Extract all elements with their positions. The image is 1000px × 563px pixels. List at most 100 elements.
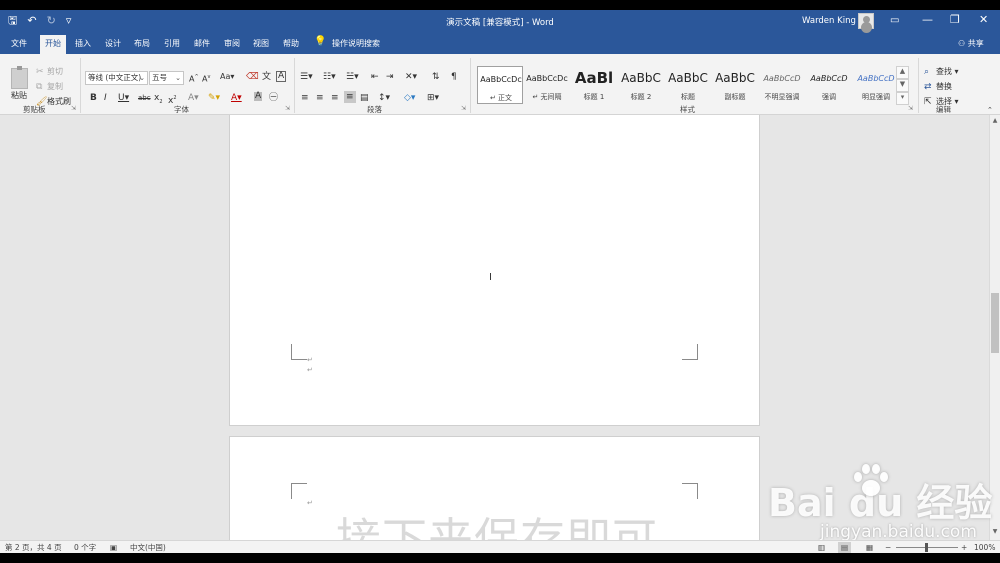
increase-indent-icon[interactable]: ⇥ bbox=[386, 71, 394, 83]
tab-layout[interactable]: 布局 bbox=[134, 38, 150, 49]
user-name[interactable]: Warden King bbox=[802, 16, 856, 26]
tell-me-search[interactable]: 操作说明搜索 bbox=[332, 38, 380, 49]
font-launcher-icon[interactable]: ⇲ bbox=[285, 105, 290, 112]
paragraph-mark: ↵ bbox=[307, 356, 313, 364]
style-subtle-emphasis[interactable]: AaBbCcD 不明显强调 bbox=[759, 66, 805, 104]
style-heading-1[interactable]: AaBl 标题 1 bbox=[571, 66, 617, 104]
style-subtitle[interactable]: AaBbC 副标题 bbox=[712, 66, 758, 104]
character-shading-icon[interactable]: A bbox=[254, 92, 263, 101]
margin-corner-mark bbox=[682, 483, 698, 499]
replace-icon[interactable]: ⇄ bbox=[924, 81, 932, 93]
underline-icon[interactable]: U▾ bbox=[118, 92, 129, 104]
enclose-characters-icon[interactable]: ㊀ bbox=[269, 92, 278, 104]
style-heading-2[interactable]: AaBbC 标题 2 bbox=[618, 66, 664, 104]
zoom-level[interactable]: 100% bbox=[974, 542, 995, 553]
gallery-down-icon[interactable]: ▼ bbox=[896, 79, 909, 92]
bold-icon[interactable]: B bbox=[90, 92, 97, 104]
gallery-up-icon[interactable]: ▲ bbox=[896, 66, 909, 79]
borders-icon[interactable]: ⊞▾ bbox=[427, 92, 439, 104]
font-color-icon[interactable]: A▾ bbox=[231, 92, 242, 104]
style-preview: AaBbC bbox=[668, 71, 708, 85]
style-intense-emphasis[interactable]: AaBbCcD 明显强调 bbox=[853, 66, 899, 104]
page-count[interactable]: 第 2 页，共 4 页 bbox=[5, 542, 62, 553]
tab-home[interactable]: 开始 bbox=[40, 35, 66, 54]
print-layout-icon[interactable]: ▤ bbox=[838, 542, 852, 553]
distributed-icon[interactable]: ▤ bbox=[360, 92, 369, 104]
ribbon-display-options-icon[interactable]: ▭ bbox=[890, 15, 899, 26]
search-icon[interactable]: ⌕ bbox=[924, 66, 929, 78]
justify-icon[interactable]: ≡ bbox=[344, 91, 356, 103]
show-marks-icon[interactable]: ¶ bbox=[451, 71, 457, 83]
font-size-combo[interactable]: 五号 ⌄ bbox=[149, 71, 184, 85]
replace-button[interactable]: 替换 bbox=[936, 81, 952, 93]
cut-button[interactable]: 剪切 bbox=[47, 66, 63, 78]
style-title[interactable]: AaBbC 标题 bbox=[665, 66, 711, 104]
language[interactable]: 中文(中国) bbox=[130, 542, 166, 553]
copy-icon[interactable]: ⧉ bbox=[36, 81, 42, 93]
style-emphasis[interactable]: AaBbCcD 强调 bbox=[806, 66, 852, 104]
select-icon[interactable]: ⇱ bbox=[924, 96, 932, 108]
close-button[interactable]: ✕ bbox=[979, 13, 988, 26]
styles-launcher-icon[interactable]: ⇲ bbox=[908, 105, 913, 112]
proofing-icon[interactable]: ▣ bbox=[110, 542, 117, 553]
restore-button[interactable]: ❐ bbox=[950, 13, 960, 26]
pinyin-guide-icon[interactable]: 文 bbox=[262, 71, 271, 83]
zoom-out-icon[interactable]: − bbox=[885, 542, 891, 553]
clear-format-icon[interactable]: ⌫ bbox=[246, 71, 259, 83]
font-name-combo[interactable]: 等线 (中文正文) ⌄ bbox=[85, 71, 148, 85]
grow-font-icon[interactable]: A^ bbox=[189, 71, 199, 86]
avatar[interactable] bbox=[858, 13, 874, 29]
read-mode-icon[interactable]: ▥ bbox=[818, 542, 825, 553]
style-normal[interactable]: AaBbCcDc ↵ 正文 bbox=[477, 66, 523, 104]
tab-mailings[interactable]: 邮件 bbox=[194, 38, 210, 49]
bullets-icon[interactable]: ☰▾ bbox=[300, 71, 313, 83]
zoom-in-icon[interactable]: + bbox=[961, 542, 967, 553]
subscript-icon[interactable]: x2 bbox=[154, 92, 163, 108]
paragraph-launcher-icon[interactable]: ⇲ bbox=[461, 105, 466, 112]
share-button[interactable]: ⚇ 共享 bbox=[958, 38, 984, 49]
tab-review[interactable]: 审阅 bbox=[224, 38, 240, 49]
minimize-button[interactable]: — bbox=[922, 13, 933, 26]
line-spacing-icon[interactable]: ↕▾ bbox=[378, 92, 390, 104]
sort-icon[interactable]: ⇅ bbox=[432, 71, 440, 83]
lightbulb-icon[interactable]: 💡 bbox=[314, 36, 326, 47]
shading-icon[interactable]: ◇▾ bbox=[404, 92, 415, 104]
tab-insert[interactable]: 插入 bbox=[75, 38, 91, 49]
tab-view[interactable]: 视图 bbox=[253, 38, 269, 49]
tab-references[interactable]: 引用 bbox=[164, 38, 180, 49]
change-case-icon[interactable]: Aa▾ bbox=[220, 71, 234, 83]
strikethrough-icon[interactable]: abc bbox=[138, 92, 151, 104]
align-left-icon[interactable]: ≡ bbox=[301, 92, 309, 104]
copy-button[interactable]: 复制 bbox=[47, 81, 63, 93]
paste-icon[interactable] bbox=[11, 66, 28, 89]
scroll-up-icon[interactable]: ▲ bbox=[990, 117, 1000, 127]
zoom-slider-thumb[interactable] bbox=[925, 543, 928, 552]
cut-icon[interactable]: ✂ bbox=[36, 66, 44, 78]
multilevel-list-icon[interactable]: ☱▾ bbox=[346, 71, 359, 83]
clipboard-launcher-icon[interactable]: ⇲ bbox=[71, 105, 76, 112]
scroll-down-icon[interactable]: ▼ bbox=[990, 528, 1000, 538]
align-right-icon[interactable]: ≡ bbox=[331, 92, 339, 104]
web-layout-icon[interactable]: ▦ bbox=[866, 542, 873, 553]
character-border-icon[interactable]: A bbox=[276, 71, 287, 82]
chinese-layout-icon[interactable]: ✕▾ bbox=[405, 71, 417, 83]
scroll-thumb[interactable] bbox=[991, 293, 999, 353]
tab-file[interactable]: 文件 bbox=[11, 38, 27, 49]
paste-button[interactable]: 粘贴 bbox=[11, 90, 27, 102]
format-painter-button[interactable]: 格式刷 bbox=[47, 96, 71, 108]
decrease-indent-icon[interactable]: ⇤ bbox=[371, 71, 379, 83]
page[interactable]: ↵ ↵ bbox=[229, 115, 760, 426]
italic-icon[interactable]: I bbox=[104, 92, 107, 104]
text-effects-icon[interactable]: A▾ bbox=[188, 92, 199, 104]
find-button[interactable]: 查找 ▾ bbox=[936, 66, 959, 78]
tab-help[interactable]: 帮助 bbox=[283, 38, 299, 49]
shrink-font-icon[interactable]: Av bbox=[202, 71, 210, 86]
word-count[interactable]: 0 个字 bbox=[74, 542, 96, 553]
gallery-more-icon[interactable]: ▾ bbox=[896, 92, 909, 105]
style-no-spacing[interactable]: AaBbCcDc ↵ 无间隔 bbox=[524, 66, 570, 104]
highlight-icon[interactable]: ✎▾ bbox=[208, 92, 220, 104]
margin-corner-mark bbox=[291, 483, 307, 499]
numbering-icon[interactable]: ☷▾ bbox=[323, 71, 336, 83]
align-center-icon[interactable]: ≡ bbox=[316, 92, 324, 104]
tab-design[interactable]: 设计 bbox=[105, 38, 121, 49]
